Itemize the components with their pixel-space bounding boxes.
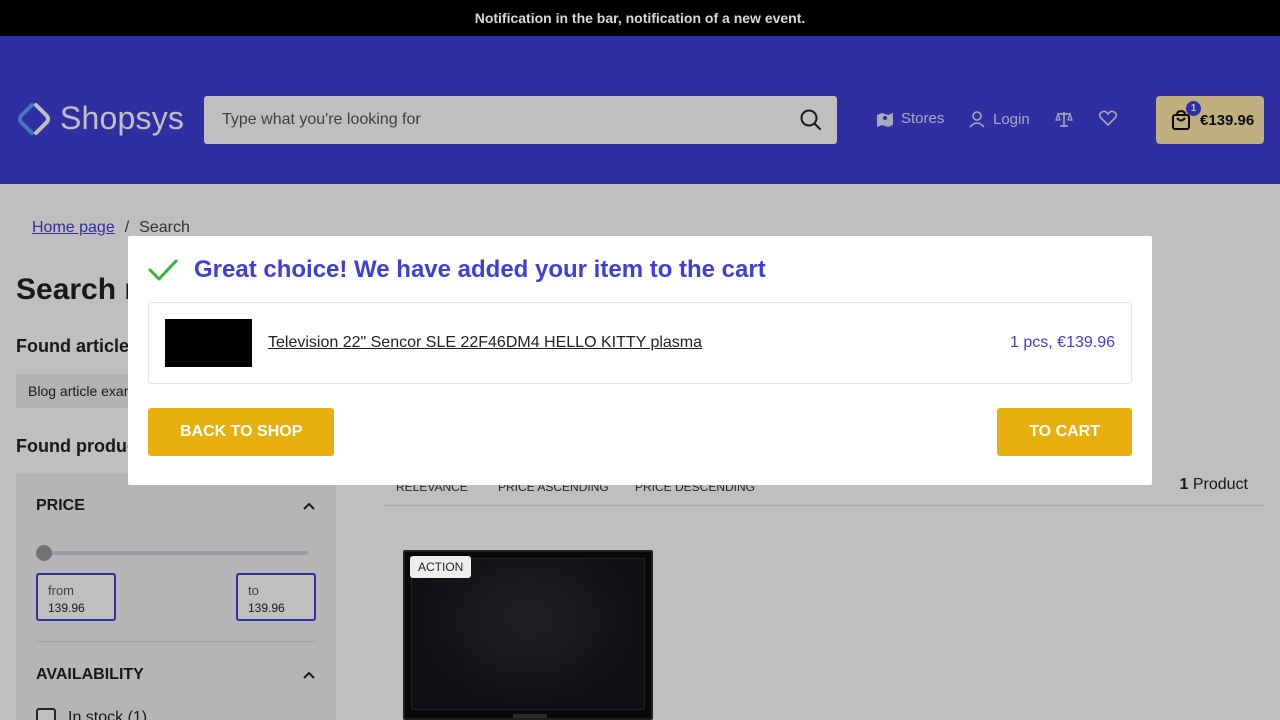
item-quantity-price: 1 pcs, €139.96 <box>1010 334 1115 351</box>
modal-title-row: Great choice! We have added your item to… <box>148 256 1132 284</box>
modal-title: Great choice! We have added your item to… <box>194 256 766 283</box>
checkmark-icon <box>148 259 178 281</box>
item-thumbnail[interactable] <box>165 319 252 367</box>
action-badge: ACTION <box>410 556 472 578</box>
added-to-cart-modal: Great choice! We have added your item to… <box>128 236 1152 485</box>
notification-bar: Notification in the bar, notification of… <box>0 0 1280 36</box>
to-cart-button[interactable]: TO CART <box>997 408 1132 456</box>
added-item-row: Television 22" Sencor SLE 22F46DM4 HELLO… <box>148 302 1132 384</box>
modal-actions: BACK TO SHOP TO CART <box>148 408 1132 456</box>
item-name-link[interactable]: Television 22" Sencor SLE 22F46DM4 HELLO… <box>268 334 1010 352</box>
notification-text: Notification in the bar, notification of… <box>474 10 806 26</box>
back-to-shop-button[interactable]: BACK TO SHOP <box>148 408 335 456</box>
